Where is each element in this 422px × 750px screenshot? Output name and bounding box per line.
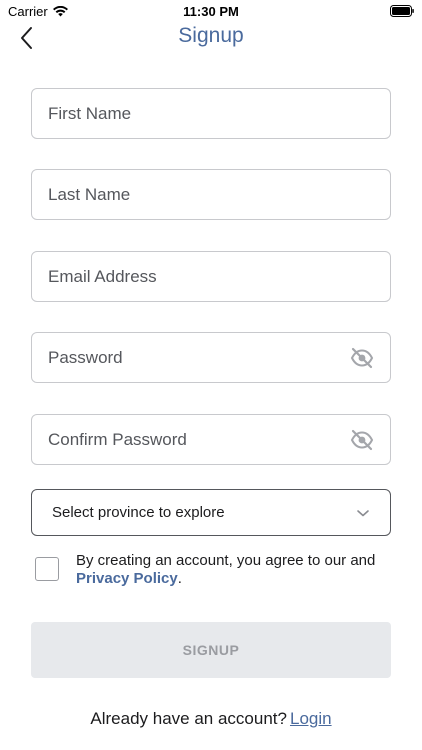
eye-off-icon[interactable]: [350, 347, 374, 369]
page-title: Signup: [178, 24, 244, 47]
signup-button[interactable]: SIGNUP: [31, 622, 391, 678]
confirm-password-input[interactable]: [32, 415, 390, 464]
province-select[interactable]: Select province to explore: [31, 489, 391, 536]
login-prompt-text: Already have an account?: [90, 709, 287, 728]
login-prompt: Already have an account? Login: [0, 709, 422, 729]
first-name-field: [31, 88, 391, 139]
eye-off-icon[interactable]: [350, 429, 374, 451]
last-name-input[interactable]: [32, 170, 390, 219]
agreement-prefix: By creating an account, you agree to our…: [76, 552, 376, 569]
status-time: 11:30 PM: [183, 4, 239, 19]
privacy-policy-link[interactable]: Privacy Policy: [76, 570, 178, 587]
province-select-label: Select province to explore: [52, 504, 225, 521]
terms-checkbox[interactable]: [35, 557, 59, 581]
login-link[interactable]: Login: [290, 709, 332, 728]
agreement-text: By creating an account, you agree to our…: [76, 552, 386, 588]
chevron-down-icon: [357, 509, 369, 516]
signup-screen: Carrier 11:30 PM Signup First Name Last …: [0, 0, 422, 750]
password-input[interactable]: [32, 333, 390, 382]
confirm-password-field: [31, 414, 391, 465]
password-field: [31, 332, 391, 383]
last-name-field: [31, 169, 391, 220]
email-input[interactable]: [32, 252, 390, 301]
status-bar: Carrier 11:30 PM: [0, 0, 422, 22]
agreement-suffix: .: [177, 570, 182, 587]
email-field: [31, 251, 391, 302]
first-name-input[interactable]: [32, 89, 390, 138]
battery-full-icon: [390, 5, 414, 20]
